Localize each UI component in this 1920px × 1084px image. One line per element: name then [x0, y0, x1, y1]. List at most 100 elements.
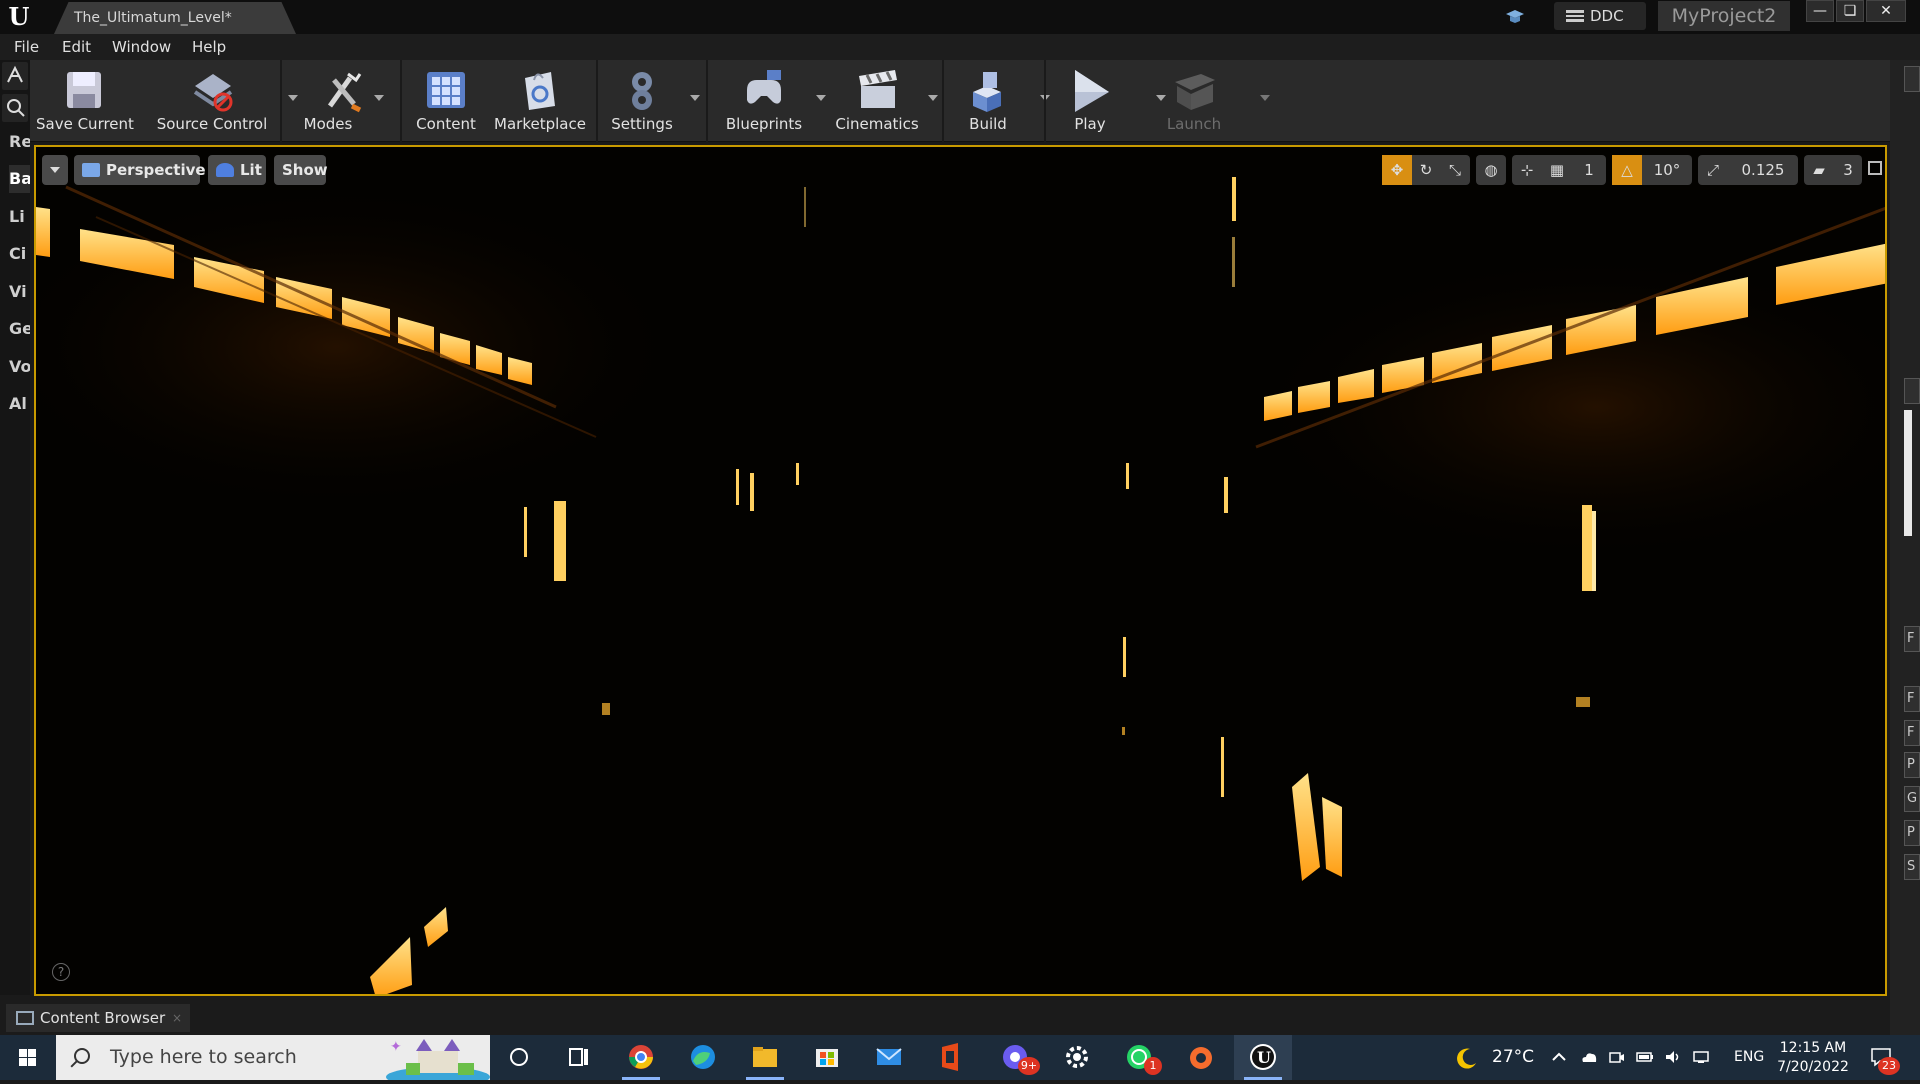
blueprints-dropdown-icon[interactable] — [816, 95, 826, 101]
whatsapp-icon[interactable]: 1 — [1110, 1035, 1168, 1080]
unreal-engine-icon[interactable]: U — [1234, 1035, 1292, 1080]
content-button[interactable]: Content — [406, 60, 486, 142]
tab-basic[interactable]: Ba — [9, 165, 30, 193]
start-button[interactable] — [0, 1035, 56, 1080]
dock-tab[interactable]: F — [1904, 626, 1920, 652]
grid-snap-value[interactable]: 1 — [1572, 155, 1606, 185]
settings-dropdown-icon[interactable] — [690, 95, 700, 101]
dock-tab[interactable]: P — [1904, 820, 1920, 846]
camera-icon: ▰ — [1813, 161, 1825, 179]
close-tab-icon[interactable]: × — [172, 1004, 182, 1032]
weather-temperature[interactable]: 27°C — [1492, 1035, 1534, 1080]
graduation-cap-icon[interactable] — [1504, 6, 1526, 28]
modes-panel-strip — [0, 60, 30, 995]
title-bar: U The_Ultimatum_Level* DDC MyProject2 — … — [0, 0, 1920, 34]
show-flags-button[interactable]: Show — [274, 155, 328, 185]
surface-snap-icon[interactable]: ⊹ — [1512, 155, 1542, 185]
launch-dropdown-icon[interactable] — [1260, 95, 1270, 101]
dock-tab[interactable]: F — [1904, 686, 1920, 712]
minimize-button[interactable]: — — [1806, 0, 1834, 22]
tab-lights[interactable]: Li — [9, 203, 30, 231]
help-icon[interactable]: ? — [52, 963, 70, 981]
chrome-icon[interactable] — [612, 1035, 670, 1080]
menu-edit[interactable]: Edit — [62, 34, 91, 60]
launch-button[interactable]: Launch — [1154, 60, 1270, 142]
build-button[interactable]: Build — [948, 60, 1050, 142]
search-icon[interactable] — [1904, 378, 1920, 404]
tab-visual-effects[interactable]: Vi — [9, 278, 30, 306]
perspective-button[interactable]: Perspective — [74, 155, 206, 185]
scale-snap-icon[interactable]: ⤢ — [1698, 155, 1728, 185]
view-mode-lit-button[interactable]: Lit — [208, 155, 266, 185]
content-browser-tab[interactable]: Content Browser × — [6, 1004, 190, 1032]
chat-app-icon[interactable]: 9+ — [986, 1035, 1044, 1080]
marketplace-button[interactable]: Marketplace — [490, 60, 590, 142]
coordinate-system-toggle[interactable]: ◍ — [1476, 155, 1506, 185]
scale-snap-value[interactable]: 0.125 — [1728, 155, 1798, 185]
search-icon[interactable] — [2, 94, 28, 122]
ddc-status-button[interactable]: DDC — [1554, 2, 1646, 30]
camera-speed-group[interactable]: ▰ 3 — [1804, 155, 1862, 185]
tab-volumes[interactable]: Vo — [9, 353, 30, 381]
cinematics-dropdown-icon[interactable] — [928, 95, 938, 101]
language-indicator[interactable]: ENG — [1734, 1035, 1764, 1080]
tab-recently-placed[interactable]: Re — [9, 128, 30, 156]
rotation-snap-icon[interactable]: △ — [1612, 155, 1642, 185]
file-explorer-icon[interactable] — [736, 1035, 794, 1080]
viewport-options-button[interactable] — [42, 155, 68, 185]
edge-icon[interactable] — [674, 1035, 732, 1080]
settings-gear-icon[interactable] — [1048, 1035, 1106, 1080]
play-button[interactable]: Play — [1050, 60, 1166, 142]
office-icon[interactable] — [922, 1035, 980, 1080]
restore-button[interactable]: ❏ — [1836, 0, 1864, 22]
maximize-viewport-icon[interactable] — [1868, 161, 1882, 175]
save-current-button[interactable]: Save Current — [36, 60, 134, 142]
translate-tool-icon[interactable]: ✥ — [1382, 155, 1412, 185]
marketplace-label: Marketplace — [494, 115, 586, 133]
close-button[interactable]: ✕ — [1866, 0, 1906, 22]
menu-file[interactable]: File — [14, 34, 39, 60]
chevron-up-icon[interactable] — [1550, 1049, 1568, 1065]
modes-label: Modes — [303, 115, 353, 133]
dock-tab[interactable]: G — [1904, 786, 1920, 812]
dock-icon[interactable] — [1904, 66, 1920, 92]
meet-now-icon[interactable] — [1608, 1049, 1626, 1065]
place-mode-icon[interactable] — [2, 62, 28, 90]
modes-dropdown-icon[interactable] — [374, 95, 384, 101]
tab-geometry[interactable]: Ge — [9, 315, 30, 343]
rotate-tool-icon[interactable]: ↻ — [1412, 155, 1440, 185]
settings-button[interactable]: Settings — [602, 60, 702, 142]
taskbar-search-box[interactable]: Type here to search ✦ — [56, 1035, 490, 1080]
dock-tab[interactable]: S — [1904, 854, 1920, 880]
modes-button[interactable]: Modes — [288, 60, 398, 142]
weather-moon-icon[interactable] — [1454, 1045, 1480, 1071]
chevron-down-icon — [50, 167, 60, 173]
dock-tab[interactable]: P — [1904, 752, 1920, 778]
rotation-snap-value[interactable]: 10° — [1642, 155, 1692, 185]
task-view-icon[interactable] — [550, 1035, 608, 1080]
onedrive-cloud-icon[interactable] — [1580, 1049, 1598, 1065]
scrollbar-thumb[interactable] — [1904, 410, 1912, 536]
gamepad-icon — [747, 70, 781, 104]
origin-icon[interactable] — [1172, 1035, 1230, 1080]
level-document-tab[interactable]: The_Ultimatum_Level* — [54, 2, 296, 34]
tab-all-classes[interactable]: Al — [9, 390, 30, 418]
grid-icon[interactable]: ▦ — [1542, 155, 1572, 185]
cinematics-button[interactable]: Cinematics — [832, 60, 940, 142]
battery-icon[interactable] — [1636, 1049, 1654, 1065]
dock-tab[interactable]: F — [1904, 720, 1920, 746]
unreal-logo-icon[interactable]: U — [4, 2, 34, 32]
taskbar-clock[interactable]: 12:15 AM 7/20/2022 — [1776, 1039, 1850, 1077]
mail-icon[interactable] — [860, 1035, 918, 1080]
microsoft-store-icon[interactable] — [798, 1035, 856, 1080]
cortana-icon[interactable] — [490, 1035, 548, 1080]
level-viewport[interactable]: Perspective Lit Show ✥ ↻ ⤡ ◍ ⊹ ▦ 1 △ 10°… — [34, 145, 1887, 996]
network-icon[interactable] — [1692, 1049, 1710, 1065]
show-label: Show — [282, 161, 328, 179]
volume-icon[interactable] — [1664, 1049, 1682, 1065]
menu-window[interactable]: Window — [112, 34, 171, 60]
blueprints-button[interactable]: Blueprints — [712, 60, 828, 142]
tab-cinematic[interactable]: Ci — [9, 240, 30, 268]
menu-help[interactable]: Help — [192, 34, 226, 60]
scale-tool-icon[interactable]: ⤡ — [1440, 155, 1470, 185]
